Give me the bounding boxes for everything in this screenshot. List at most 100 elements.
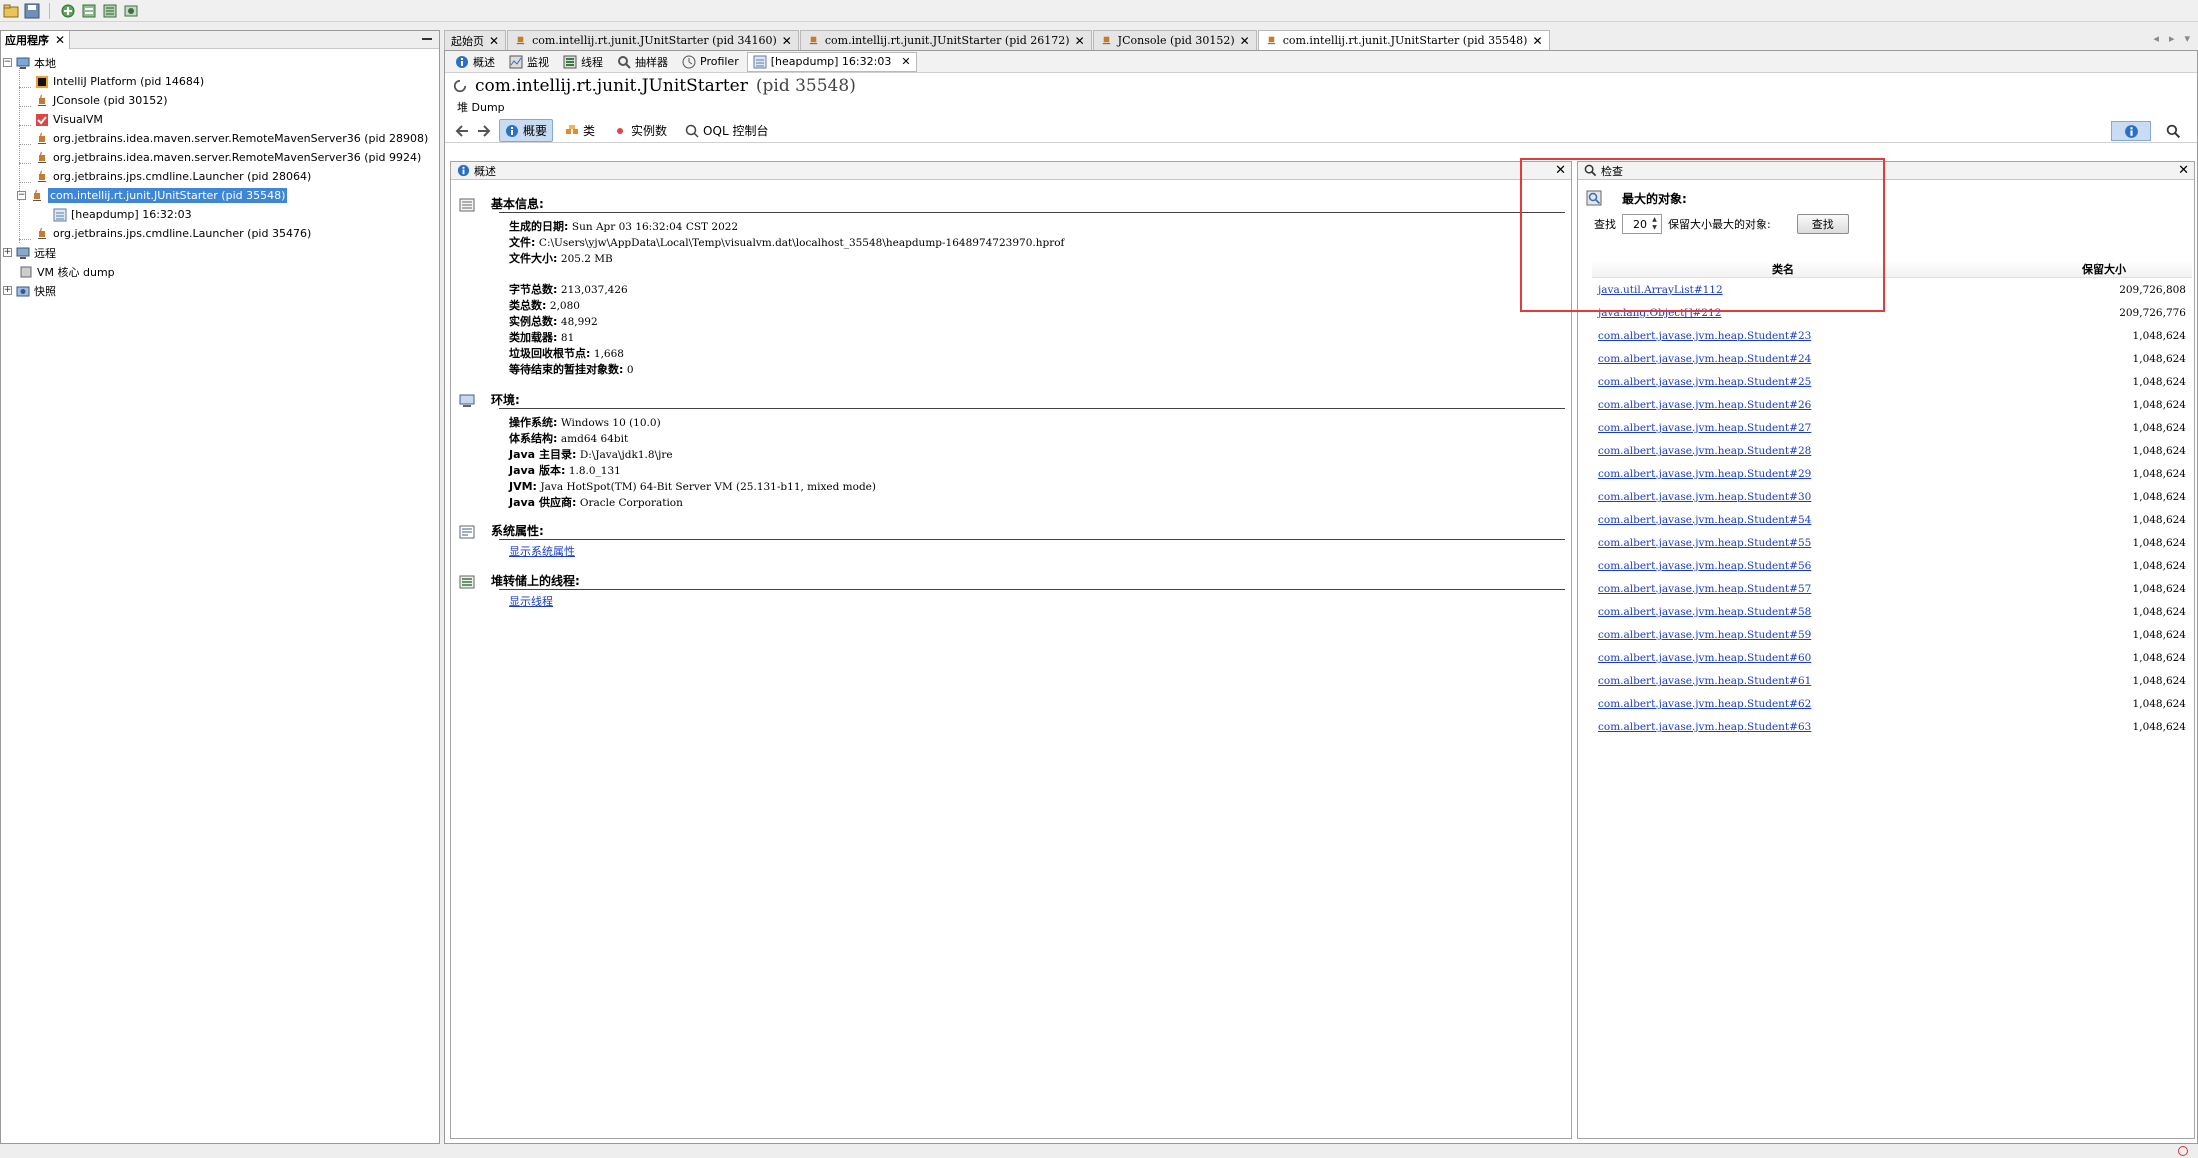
table-row[interactable]: com.albert.javase.jvm.heap.Student#30 1,0… [1592, 485, 2192, 508]
tab-applications[interactable]: 应用程序 ✕ [1, 31, 71, 49]
tree-item-heapdump[interactable]: [heapdump] 16:32:03 [1, 205, 439, 224]
add-jmx-connection-icon[interactable] [59, 2, 76, 19]
tree-node-vm-coredump[interactable]: VM 核心 dump [1, 262, 439, 281]
object-link[interactable]: com.albert.javase.jvm.heap.Student#28 [1598, 445, 1811, 457]
forward-arrow-icon[interactable] [475, 122, 493, 140]
table-row[interactable]: com.albert.javase.jvm.heap.Student#55 1,0… [1592, 531, 2192, 554]
tab-overview[interactable]: 概述 [449, 51, 501, 73]
expand-icon[interactable]: + [3, 248, 12, 257]
table-row[interactable]: com.albert.javase.jvm.heap.Student#28 1,0… [1592, 439, 2192, 462]
close-icon[interactable]: ✕ [489, 34, 499, 48]
tab-start-page[interactable]: 起始页 ✕ [444, 30, 507, 50]
heap-dump-icon[interactable] [80, 2, 97, 19]
tab-threads[interactable]: 线程 [557, 51, 609, 73]
object-link[interactable]: com.albert.javase.jvm.heap.Student#59 [1598, 629, 1811, 641]
table-row[interactable]: com.albert.javase.jvm.heap.Student#57 1,0… [1592, 577, 2192, 600]
object-link[interactable]: com.albert.javase.jvm.heap.Student#23 [1598, 330, 1811, 342]
tab-app[interactable]: JConsole (pid 30152) ✕ [1092, 30, 1257, 50]
collapse-icon[interactable]: − [17, 191, 26, 200]
tab-app[interactable]: com.intellij.rt.junit.JUnitStarter (pid … [507, 30, 799, 50]
close-icon[interactable]: ✕ [1240, 34, 1250, 48]
tab-heapdump[interactable]: [heapdump] 16:32:03 ✕ [746, 51, 917, 72]
close-icon[interactable]: ✕ [55, 33, 65, 47]
close-icon[interactable]: ✕ [2178, 163, 2189, 178]
view-oql-console-button[interactable]: OQL 控制台 [679, 119, 774, 142]
tree-item-app[interactable]: org.jetbrains.idea.maven.server.RemoteMa… [1, 129, 439, 148]
object-link[interactable]: com.albert.javase.jvm.heap.Student#56 [1598, 560, 1811, 572]
object-link[interactable]: com.albert.javase.jvm.heap.Student#27 [1598, 422, 1811, 434]
table-row[interactable]: com.albert.javase.jvm.heap.Student#26 1,0… [1592, 393, 2192, 416]
open-snapshot-icon[interactable] [2, 2, 19, 19]
object-link[interactable]: com.albert.javase.jvm.heap.Student#57 [1598, 583, 1811, 595]
table-row[interactable]: com.albert.javase.jvm.heap.Student#29 1,0… [1592, 462, 2192, 485]
object-link[interactable]: com.albert.javase.jvm.heap.Student#63 [1598, 721, 1811, 733]
tree-item-app[interactable]: IntelliJ Platform (pid 14684) [1, 72, 439, 91]
save-icon[interactable] [23, 2, 40, 19]
object-link[interactable]: com.albert.javase.jvm.heap.Student#61 [1598, 675, 1811, 687]
object-link[interactable]: com.albert.javase.jvm.heap.Student#30 [1598, 491, 1811, 503]
tree-item-app[interactable]: JConsole (pid 30152) [1, 91, 439, 110]
notification-icon[interactable] [2178, 1146, 2188, 1156]
object-link[interactable]: com.albert.javase.jvm.heap.Student#60 [1598, 652, 1811, 664]
close-icon[interactable]: ✕ [901, 55, 910, 68]
annotation-highlight-box [1520, 158, 1885, 312]
table-row[interactable]: com.albert.javase.jvm.heap.Student#27 1,0… [1592, 416, 2192, 439]
table-row[interactable]: com.albert.javase.jvm.heap.Student#61 1,0… [1592, 669, 2192, 692]
object-link[interactable]: com.albert.javase.jvm.heap.Student#62 [1598, 698, 1811, 710]
close-icon[interactable]: ✕ [1532, 34, 1542, 48]
show-threads-link[interactable]: 显示线程 [509, 595, 553, 608]
view-classes-button[interactable]: 类 [559, 119, 601, 142]
object-link[interactable]: com.albert.javase.jvm.heap.Student#55 [1598, 537, 1811, 549]
table-row[interactable]: com.albert.javase.jvm.heap.Student#54 1,0… [1592, 508, 2192, 531]
tree-item-app[interactable]: org.jetbrains.jps.cmdline.Launcher (pid … [1, 167, 439, 186]
table-row[interactable]: com.albert.javase.jvm.heap.Student#63 1,0… [1592, 715, 2192, 738]
tree-item-app[interactable]: VisualVM [1, 110, 439, 129]
view-summary-button[interactable]: 概要 [499, 119, 554, 142]
tree-item-app[interactable]: org.jetbrains.jps.cmdline.Launcher (pid … [1, 224, 439, 243]
table-row[interactable]: com.albert.javase.jvm.heap.Student#59 1,0… [1592, 623, 2192, 646]
column-header-retained-size[interactable]: 保留大小 [1974, 261, 2192, 277]
tree-node-snapshots[interactable]: + 快照 [1, 281, 439, 300]
table-row[interactable]: com.albert.javase.jvm.heap.Student#23 1,0… [1592, 324, 2192, 347]
table-row[interactable]: com.albert.javase.jvm.heap.Student#60 1,0… [1592, 646, 2192, 669]
tree-item-app-selected[interactable]: − com.intellij.rt.junit.JUnitStarter (pi… [1, 186, 439, 205]
close-icon[interactable]: ✕ [1075, 34, 1085, 48]
object-link[interactable]: com.albert.javase.jvm.heap.Student#25 [1598, 376, 1811, 388]
tab-applications-label: 应用程序 [5, 34, 49, 47]
table-row[interactable]: com.albert.javase.jvm.heap.Student#62 1,0… [1592, 692, 2192, 715]
scroll-right-icon[interactable]: ▸ [2169, 32, 2175, 45]
tree-item-app[interactable]: org.jetbrains.idea.maven.server.RemoteMa… [1, 148, 439, 167]
class-name-cell: com.albert.javase.jvm.heap.Student#58 [1592, 605, 2012, 618]
tree-node-local[interactable]: − 本地 [1, 53, 439, 72]
tab-profiler[interactable]: Profiler [676, 52, 745, 72]
toggle-inspect-button[interactable] [2153, 121, 2193, 141]
tree-node-remote[interactable]: + 远程 [1, 243, 439, 262]
tab-list-icon[interactable]: ▾ [2184, 32, 2190, 45]
toggle-info-button[interactable] [2111, 121, 2151, 141]
collapse-icon[interactable]: − [3, 58, 12, 67]
tab-app-active[interactable]: com.intellij.rt.junit.JUnitStarter (pid … [1257, 30, 1550, 50]
table-row[interactable]: com.albert.javase.jvm.heap.Student#56 1,0… [1592, 554, 2192, 577]
table-row[interactable]: com.albert.javase.jvm.heap.Student#24 1,0… [1592, 347, 2192, 370]
object-link[interactable]: com.albert.javase.jvm.heap.Student#54 [1598, 514, 1811, 526]
view-instances-button[interactable]: 实例数 [607, 119, 673, 142]
table-row[interactable]: com.albert.javase.jvm.heap.Student#25 1,0… [1592, 370, 2192, 393]
show-system-properties-link[interactable]: 显示系统属性 [509, 545, 575, 558]
scroll-left-icon[interactable]: ◂ [2153, 32, 2159, 45]
tab-sampler[interactable]: 抽样器 [611, 51, 674, 73]
object-link[interactable]: com.albert.javase.jvm.heap.Student#24 [1598, 353, 1811, 365]
table-row[interactable]: com.albert.javase.jvm.heap.Student#58 1,0… [1592, 600, 2192, 623]
tab-app[interactable]: com.intellij.rt.junit.JUnitStarter (pid … [799, 30, 1092, 50]
close-icon[interactable]: ✕ [782, 34, 792, 48]
thread-dump-icon[interactable] [101, 2, 118, 19]
minimize-icon[interactable] [421, 33, 433, 45]
tab-monitor[interactable]: 监视 [503, 51, 555, 73]
back-arrow-icon[interactable] [453, 122, 471, 140]
snapshot-icon[interactable] [122, 2, 139, 19]
object-link[interactable]: com.albert.javase.jvm.heap.Student#29 [1598, 468, 1811, 480]
heapdump-icon [753, 55, 767, 68]
expand-icon[interactable]: + [3, 286, 12, 295]
object-link[interactable]: com.albert.javase.jvm.heap.Student#26 [1598, 399, 1811, 411]
section-divider [499, 408, 1565, 409]
object-link[interactable]: com.albert.javase.jvm.heap.Student#58 [1598, 606, 1811, 618]
